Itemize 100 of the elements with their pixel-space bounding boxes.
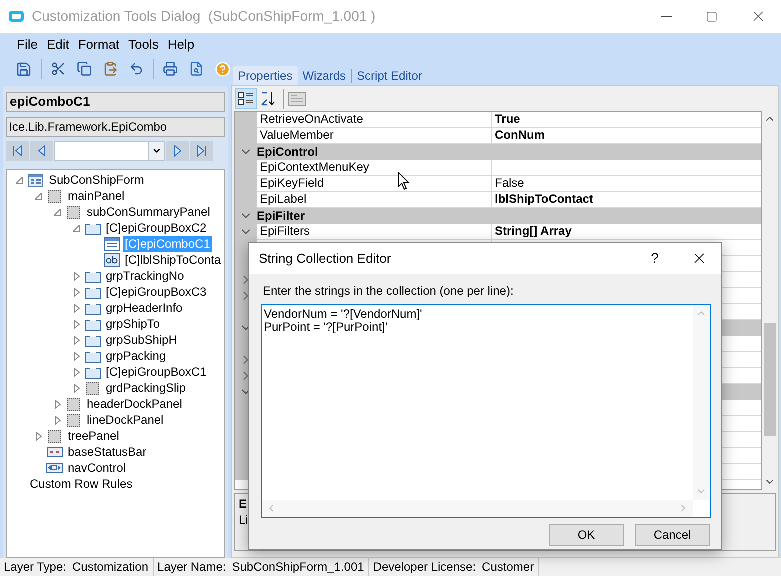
panel-icon xyxy=(86,382,99,394)
description-title: E xyxy=(239,496,248,512)
tree-item[interactable]: grdPackingSlip xyxy=(104,380,188,396)
first-record-button[interactable] xyxy=(6,141,29,161)
strings-field[interactable]: VendorNum = '?[VendorNum]' PurPoint = '?[PurPoint]' xyxy=(261,304,711,518)
tree-item[interactable]: grpTrackingNo xyxy=(104,268,186,284)
property-name: ValueMember xyxy=(260,128,334,142)
tree-item[interactable]: headerDockPanel xyxy=(85,396,184,412)
window-title: Customization Tools Dialog (SubConShipForm_1.001 ) xyxy=(32,7,376,26)
help-icon[interactable] xyxy=(215,60,231,78)
status-label: Layer Name: xyxy=(158,559,226,576)
collapsed-triangle-icon[interactable] xyxy=(74,368,80,376)
menu-item[interactable]: Format xyxy=(78,36,120,54)
groupbox-icon xyxy=(84,366,100,378)
copy-icon[interactable] xyxy=(76,60,92,78)
property-name: EpiContextMenuKey xyxy=(260,160,370,174)
dialog-title: String Collection Editor xyxy=(259,250,392,268)
tab[interactable]: Wizards xyxy=(298,66,352,85)
collapsed-triangle-icon[interactable] xyxy=(74,384,80,392)
help-button[interactable]: ? xyxy=(639,243,671,274)
tree-item[interactable]: grpSubShipH xyxy=(104,332,180,348)
tab[interactable]: Properties xyxy=(233,66,298,85)
tree-item[interactable]: lineDockPanel xyxy=(85,412,166,428)
mouse-cursor-icon xyxy=(398,172,410,191)
collapsed-triangle-icon[interactable] xyxy=(74,304,80,312)
collapsed-triangle-icon[interactable] xyxy=(54,416,60,424)
groupbox-icon xyxy=(84,286,100,298)
property-row[interactable]: RetrieveOnActivate True xyxy=(235,112,761,128)
property-name: EpiLabel xyxy=(260,192,307,206)
property-name: EpiKeyField xyxy=(260,176,324,190)
collapsed-triangle-icon[interactable] xyxy=(54,400,60,408)
paste-icon[interactable] xyxy=(102,60,118,78)
expanded-triangle-icon[interactable] xyxy=(16,176,23,184)
property-value: ConNum xyxy=(495,128,545,142)
status-label: Layer Type: xyxy=(4,559,66,576)
combo-icon xyxy=(104,237,120,251)
category-label: EpiControl xyxy=(257,144,318,160)
control-type: Ice.Lib.Framework.EpiCombo xyxy=(6,117,225,137)
scroll-thumb[interactable] xyxy=(764,323,776,436)
status-value: Customization xyxy=(72,559,149,576)
expanded-triangle-icon[interactable] xyxy=(73,224,80,232)
tree-item[interactable]: Custom Row Rules xyxy=(28,476,135,492)
tree-item[interactable]: subConSummaryPanel xyxy=(85,204,212,220)
collapsed-triangle-icon[interactable] xyxy=(74,320,80,328)
dialog-button[interactable]: Cancel xyxy=(635,524,710,546)
collapsed-triangle-icon[interactable] xyxy=(74,336,80,344)
property-name: RetrieveOnActivate xyxy=(260,112,364,126)
previous-record-button[interactable] xyxy=(30,141,53,161)
expanded-triangle-icon[interactable] xyxy=(54,208,61,216)
collapsed-triangle-icon[interactable] xyxy=(74,352,80,360)
status-value: SubConShipForm_1.001 xyxy=(232,559,364,576)
property-value: False xyxy=(495,176,524,190)
tree-item[interactable]: mainPanel xyxy=(66,188,127,204)
tree-item[interactable]: [C]epiGroupBoxC1 xyxy=(104,364,209,380)
app-icon xyxy=(9,11,24,22)
category-label: EpiFilter xyxy=(257,208,306,224)
tree-item[interactable]: [C]epiGroupBoxC3 xyxy=(104,284,209,300)
tree-item[interactable]: treePanel xyxy=(66,428,122,444)
tree-item[interactable]: SubConShipForm xyxy=(47,172,146,188)
panel-icon xyxy=(67,206,80,218)
tree-item[interactable]: grpShipTo xyxy=(104,316,162,332)
description-text: Li xyxy=(239,512,248,528)
statusbar-icon xyxy=(46,447,62,457)
groupbox-icon xyxy=(84,270,100,282)
triangle-icon xyxy=(10,144,24,158)
groupbox-icon xyxy=(84,350,100,362)
minimize-icon xyxy=(660,16,672,17)
navigator-icon xyxy=(46,463,63,473)
tree-item[interactable]: [C]lblShipToConta xyxy=(123,252,224,268)
collapsed-triangle-icon[interactable] xyxy=(74,272,80,280)
tree-item[interactable]: grpHeaderInfo xyxy=(104,300,185,316)
status-value: Customer xyxy=(482,559,534,576)
preview-icon[interactable] xyxy=(189,60,204,78)
triangle-icon xyxy=(194,144,208,158)
menu-item[interactable]: File xyxy=(17,36,38,54)
tree-item[interactable]: baseStatusBar xyxy=(66,444,149,460)
menu-item[interactable]: Edit xyxy=(46,36,70,54)
dropdown-icon xyxy=(152,146,162,156)
cut-icon[interactable] xyxy=(50,60,66,78)
property-row[interactable]: EpiContextMenuKey xyxy=(235,160,761,176)
categorized-view-button[interactable] xyxy=(235,88,257,109)
collapsed-triangle-icon[interactable] xyxy=(36,432,42,440)
control-name: epiComboC1 xyxy=(6,92,225,112)
property-row[interactable]: EpiFilters String[] Array xyxy=(235,224,761,240)
groupbox-icon xyxy=(84,318,100,330)
tree-item[interactable]: navControl xyxy=(66,460,128,476)
menu-item[interactable]: Help xyxy=(168,36,195,54)
expanded-triangle-icon[interactable] xyxy=(35,192,42,200)
groupbox-icon xyxy=(84,302,100,314)
tree-item[interactable]: [C]epiGroupBoxC2 xyxy=(104,220,209,236)
printer-icon[interactable] xyxy=(162,60,178,78)
last-record-button[interactable] xyxy=(190,141,213,161)
dialog-button[interactable]: OK xyxy=(549,524,624,546)
record-combo[interactable] xyxy=(54,141,165,161)
next-record-button[interactable] xyxy=(166,141,189,161)
collapsed-triangle-icon[interactable] xyxy=(74,288,80,296)
property-pages-icon[interactable] xyxy=(288,92,306,106)
tab[interactable]: Script Editor xyxy=(352,66,428,85)
tree-item[interactable]: grpPacking xyxy=(104,348,168,364)
menu-item[interactable]: Tools xyxy=(128,36,159,54)
